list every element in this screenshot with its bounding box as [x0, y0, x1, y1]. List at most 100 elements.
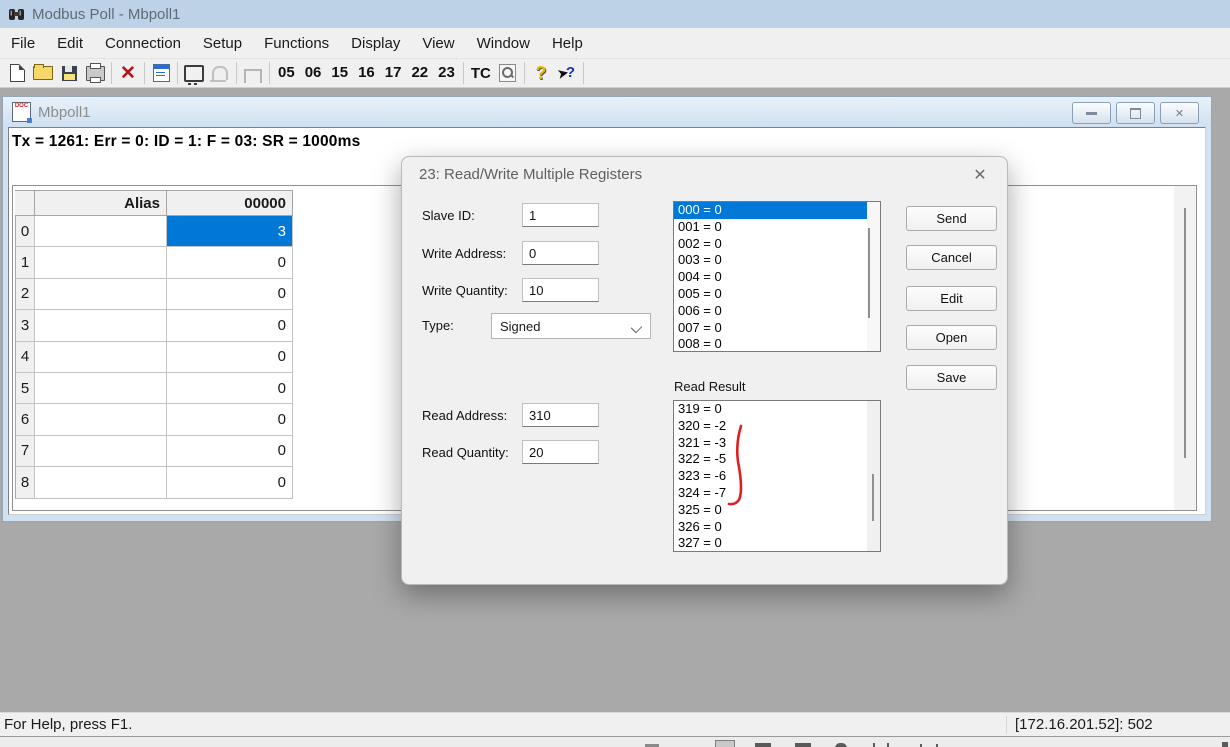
alias-cell[interactable]	[35, 310, 167, 341]
mbpoll-titlebar[interactable]: DOC Mbpoll1 ✕	[3, 97, 1211, 127]
list-item[interactable]: 000 = 0	[674, 202, 880, 219]
save-button[interactable]	[56, 61, 82, 85]
context-help-button[interactable]: ➤?	[554, 61, 580, 85]
value-cell[interactable]: 0	[167, 247, 293, 278]
write-address-field[interactable]	[522, 241, 599, 265]
list-item[interactable]: 327 = 0	[674, 535, 880, 552]
read-list-scrollbar-thumb[interactable]	[872, 474, 874, 521]
slave-id-field[interactable]	[522, 203, 599, 227]
row-header[interactable]: 4	[15, 342, 35, 373]
function-05-button[interactable]: 05	[273, 61, 300, 85]
toolbar-separator	[524, 62, 525, 84]
row-header[interactable]: 5	[15, 373, 35, 404]
alias-cell[interactable]	[35, 342, 167, 373]
minimize-button[interactable]	[1072, 102, 1111, 124]
menu-display[interactable]: Display	[340, 28, 411, 59]
value-cell[interactable]: 0	[167, 436, 293, 467]
setup-window-button[interactable]	[148, 61, 174, 85]
corner-header-cell[interactable]	[15, 190, 35, 216]
menu-help[interactable]: Help	[541, 28, 594, 59]
save-button[interactable]: Save	[906, 365, 997, 390]
value-cell[interactable]: 0	[167, 373, 293, 404]
type-combobox[interactable]: Signed	[491, 313, 651, 339]
list-item[interactable]: 323 = -6	[674, 468, 880, 485]
list-item[interactable]: 008 = 0	[674, 336, 880, 352]
alias-cell[interactable]	[35, 247, 167, 278]
new-file-button[interactable]	[4, 61, 30, 85]
edit-button[interactable]: Edit	[906, 286, 997, 311]
grid-scrollbar-thumb[interactable]	[1184, 208, 1186, 458]
menu-functions[interactable]: Functions	[253, 28, 340, 59]
row-header[interactable]: 0	[15, 216, 35, 247]
value-cell[interactable]: 0	[167, 404, 293, 435]
value-cell[interactable]: 0	[167, 279, 293, 310]
menu-window[interactable]: Window	[466, 28, 541, 59]
list-item[interactable]: 002 = 0	[674, 236, 880, 253]
value-cell[interactable]: 0	[167, 342, 293, 373]
value-cell-selected[interactable]: 3	[167, 216, 293, 247]
list-item[interactable]: 324 = -7	[674, 485, 880, 502]
send-button[interactable]: Send	[906, 206, 997, 231]
row-header[interactable]: 2	[15, 279, 35, 310]
function-23-button[interactable]: 23	[433, 61, 460, 85]
list-item[interactable]: 001 = 0	[674, 219, 880, 236]
menu-edit[interactable]: Edit	[46, 28, 94, 59]
menu-view[interactable]: View	[411, 28, 465, 59]
cancel-button[interactable]: Cancel	[906, 245, 997, 270]
menu-connection[interactable]: Connection	[94, 28, 192, 59]
test-center-view-button[interactable]	[495, 61, 521, 85]
dialog-title[interactable]: 23: Read/Write Multiple Registers	[419, 166, 642, 183]
function-22-button[interactable]: 22	[406, 61, 433, 85]
alias-cell[interactable]	[35, 279, 167, 310]
list-item[interactable]: 326 = 0	[674, 519, 880, 536]
function-06-button[interactable]: 06	[300, 61, 327, 85]
read-result-listbox[interactable]: 319 = 0 320 = -2 321 = -3 322 = -5 323 =…	[673, 400, 881, 552]
dialog-close-button[interactable]: ✕	[969, 164, 991, 186]
list-item[interactable]: 320 = -2	[674, 418, 880, 435]
alias-cell[interactable]	[35, 373, 167, 404]
restore-button[interactable]	[1116, 102, 1155, 124]
write-values-listbox[interactable]: 000 = 0 001 = 0 002 = 0 003 = 0 004 = 0 …	[673, 201, 881, 352]
list-item[interactable]: 004 = 0	[674, 269, 880, 286]
function-17-button[interactable]: 17	[380, 61, 407, 85]
value-cell[interactable]: 0	[167, 467, 293, 498]
list-item[interactable]: 007 = 0	[674, 320, 880, 337]
test-center-button[interactable]: TC	[467, 65, 495, 82]
list-item[interactable]: 322 = -5	[674, 451, 880, 468]
list-item[interactable]: 325 = 0	[674, 502, 880, 519]
function-15-button[interactable]: 15	[326, 61, 353, 85]
menu-setup[interactable]: Setup	[192, 28, 253, 59]
list-item[interactable]: 321 = -3	[674, 435, 880, 452]
read-once-button[interactable]	[181, 61, 207, 85]
alias-cell[interactable]	[35, 216, 167, 247]
write-list-scrollbar-thumb[interactable]	[868, 228, 870, 318]
list-item[interactable]: 006 = 0	[674, 303, 880, 320]
print-button[interactable]	[82, 61, 108, 85]
function-16-button[interactable]: 16	[353, 61, 380, 85]
read-address-field[interactable]	[522, 403, 599, 427]
list-item[interactable]: 003 = 0	[674, 252, 880, 269]
close-button[interactable]: ✕	[1160, 102, 1199, 124]
list-item[interactable]: 005 = 0	[674, 286, 880, 303]
row-header[interactable]: 8	[15, 467, 35, 498]
menu-file[interactable]: File	[0, 28, 46, 59]
menubar: File Edit Connection Setup Functions Dis…	[0, 28, 1230, 59]
write-quantity-field[interactable]	[522, 278, 599, 302]
alias-cell[interactable]	[35, 436, 167, 467]
app-titlebar[interactable]: Modbus Poll - Mbpoll1	[0, 0, 1230, 28]
delete-button[interactable]: ✕	[115, 61, 141, 85]
alias-column-header[interactable]: Alias	[35, 190, 167, 216]
list-item[interactable]: 319 = 0	[674, 401, 880, 418]
value-column-header[interactable]: 00000	[167, 190, 293, 216]
row-header[interactable]: 3	[15, 310, 35, 341]
alias-cell[interactable]	[35, 404, 167, 435]
value-cell[interactable]: 0	[167, 310, 293, 341]
row-header[interactable]: 1	[15, 247, 35, 278]
alias-cell[interactable]	[35, 467, 167, 498]
help-button[interactable]: ?	[528, 61, 554, 85]
row-header[interactable]: 7	[15, 436, 35, 467]
read-quantity-field[interactable]	[522, 440, 599, 464]
open-file-button[interactable]	[30, 61, 56, 85]
open-button[interactable]: Open	[906, 325, 997, 350]
row-header[interactable]: 6	[15, 404, 35, 435]
